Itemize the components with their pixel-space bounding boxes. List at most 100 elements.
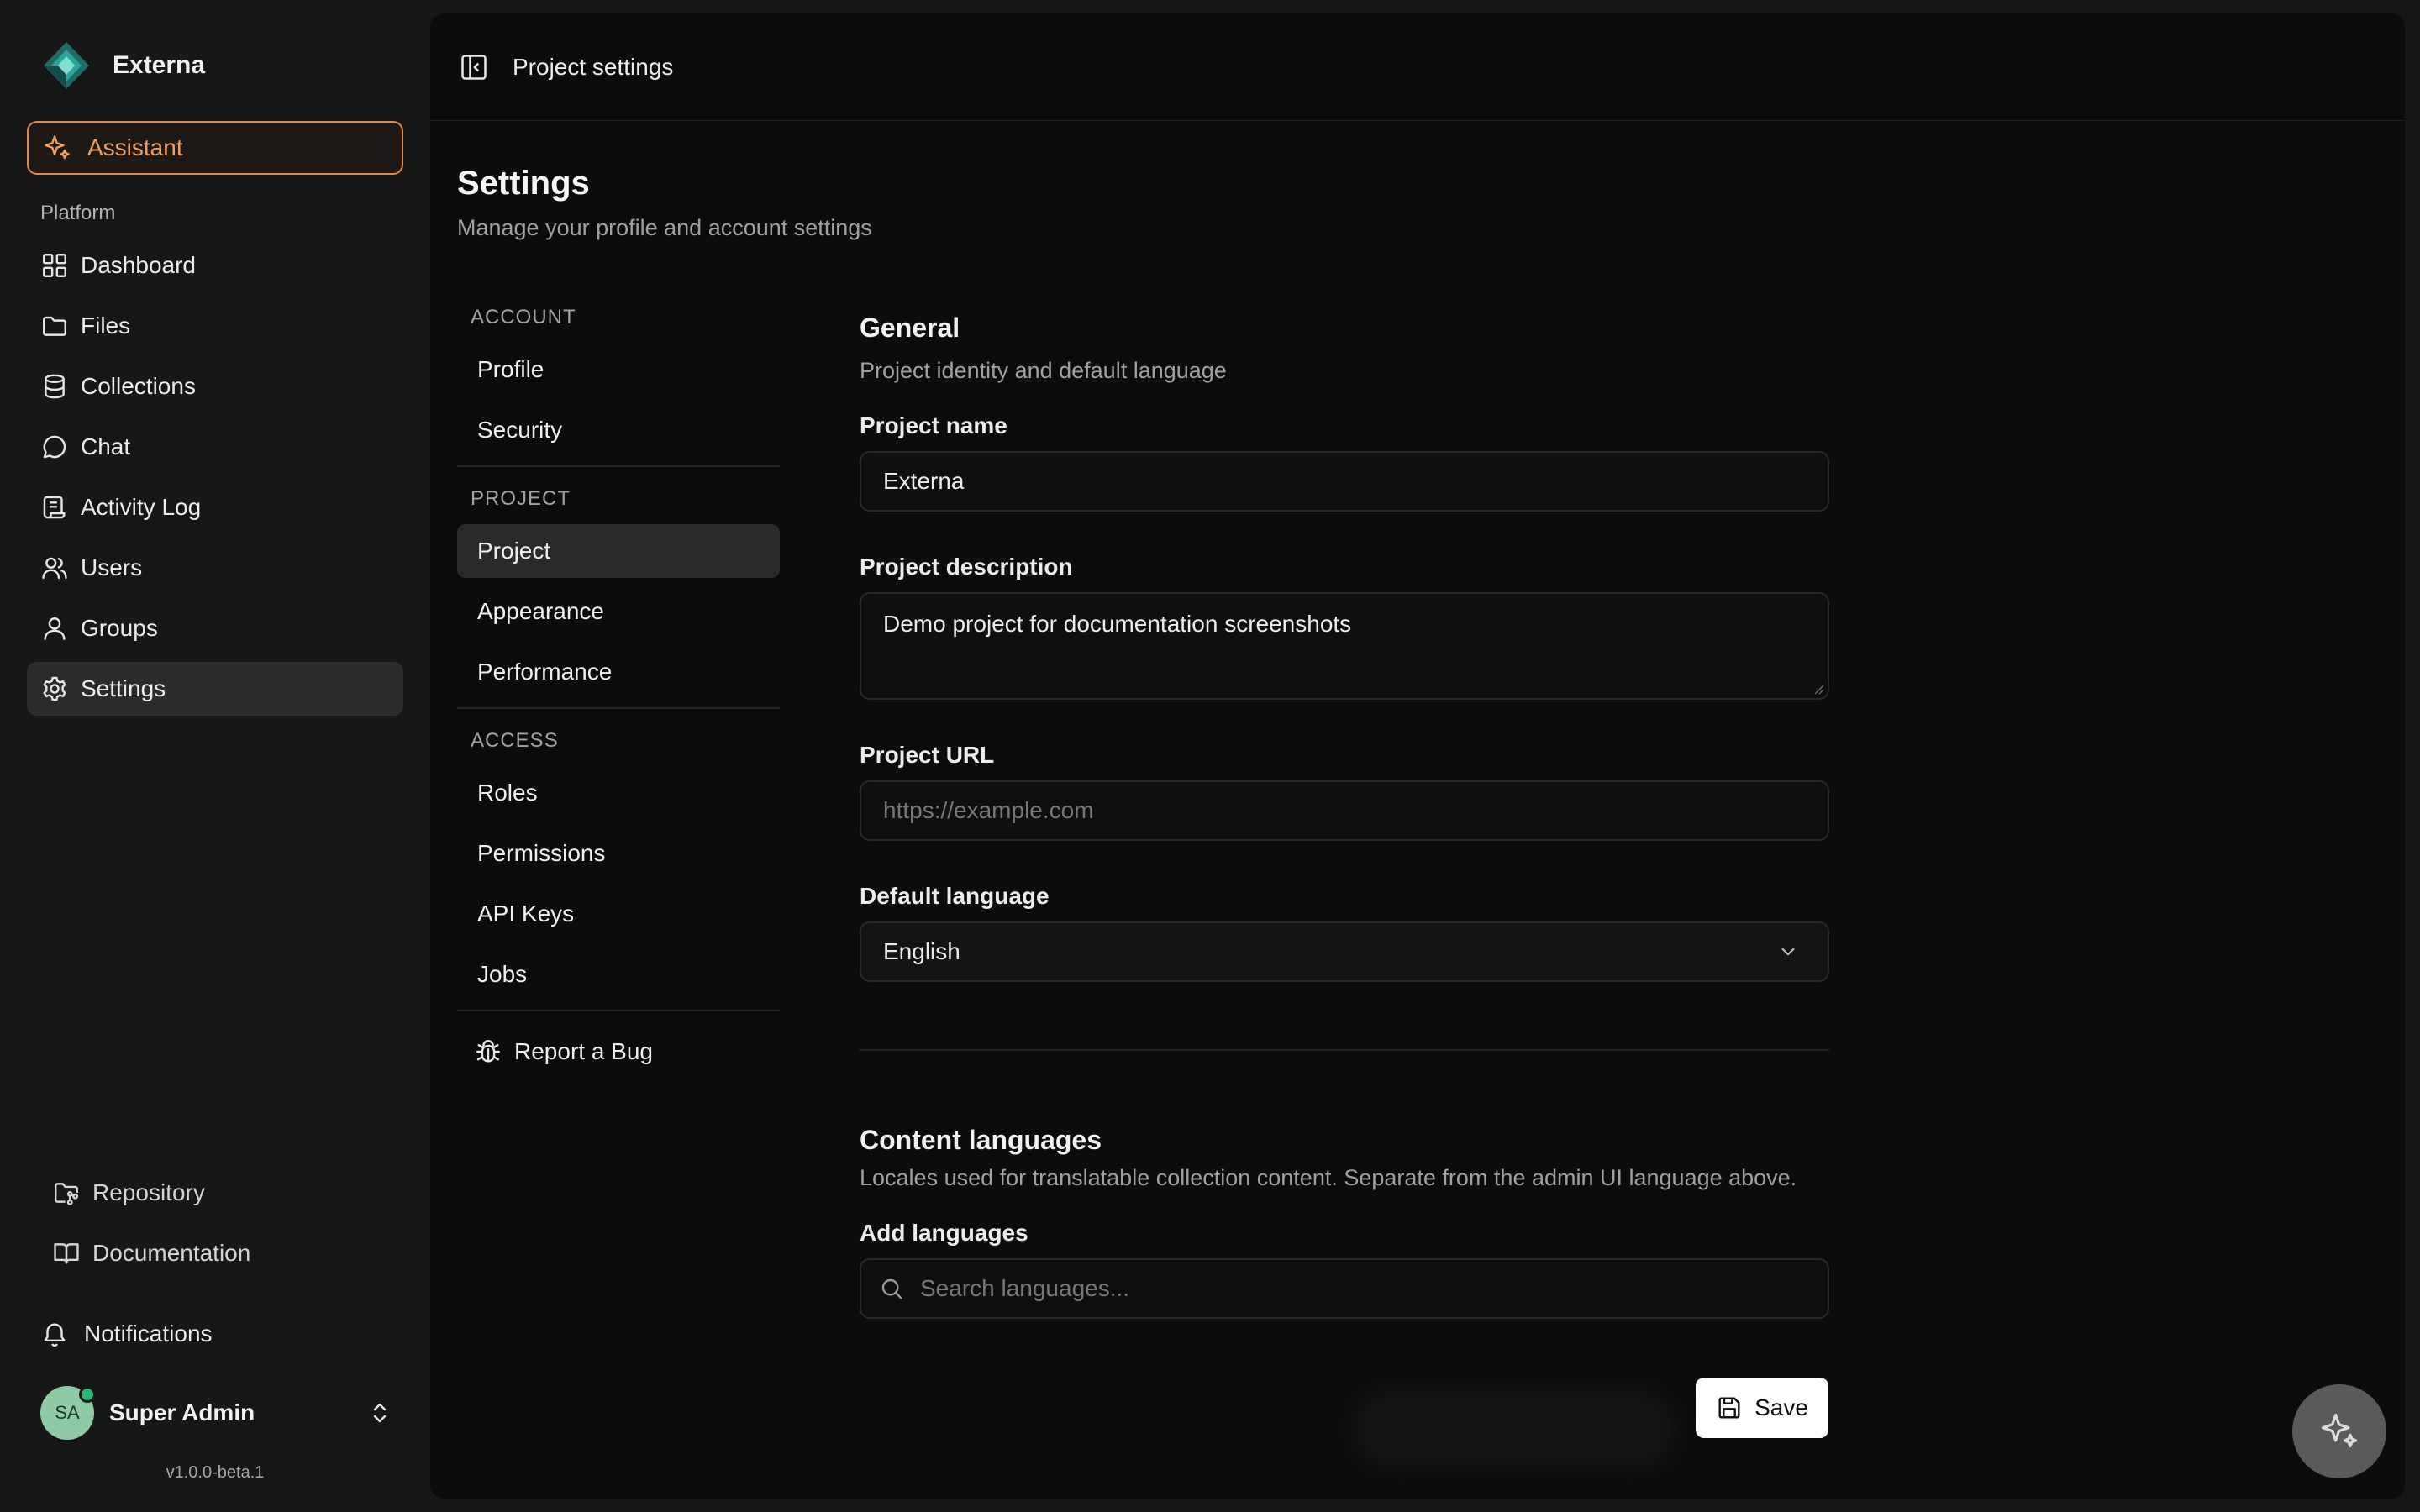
sidebar-item-label: Chat: [81, 433, 131, 459]
default-language-value: English: [883, 938, 960, 964]
sidebar-item-label: Documentation: [92, 1240, 251, 1266]
topbar: Project settings: [430, 13, 2405, 121]
sidebar-item-groups[interactable]: Groups: [27, 601, 403, 655]
settings-nav-group-account: ACCOUNT Profile Security: [457, 299, 780, 465]
project-url-label: Project URL: [860, 742, 995, 768]
page-title: Settings: [457, 165, 590, 202]
project-settings-form: General Project identity and default lan…: [860, 312, 1829, 1319]
folder-icon: [40, 312, 81, 340]
chat-icon: [40, 433, 81, 461]
project-url-input[interactable]: https://example.com: [860, 780, 1829, 841]
sidebar-item-users[interactable]: Users: [27, 541, 403, 595]
gear-icon: [40, 675, 81, 703]
users-icon: [40, 554, 81, 582]
add-languages-label: Add languages: [860, 1220, 1028, 1246]
settings-nav-heading: PROJECT: [471, 487, 571, 510]
scroll-icon: [40, 493, 81, 522]
sidebar-item-label: Activity Log: [81, 494, 202, 520]
sidebar-item-collections[interactable]: Collections: [27, 360, 403, 413]
notifications-button[interactable]: Notifications: [40, 1307, 213, 1361]
settings-nav-item-security[interactable]: Security: [457, 403, 780, 457]
sparkles-icon: [2317, 1410, 2361, 1453]
settings-nav-item-appearance[interactable]: Appearance: [457, 585, 780, 638]
sidebar-item-activity-log[interactable]: Activity Log: [27, 480, 403, 534]
bell-icon: [40, 1320, 84, 1348]
settings-nav-heading: ACCESS: [471, 729, 559, 752]
sidebar-item-label: Collections: [81, 373, 196, 399]
topbar-title: Project settings: [513, 53, 674, 80]
sidebar-item-label: Files: [81, 312, 131, 339]
sidebar-item-repository[interactable]: Repository: [40, 1166, 410, 1220]
save-label: Save: [1754, 1394, 1808, 1420]
assistant-button[interactable]: Assistant: [27, 121, 403, 175]
default-language-select[interactable]: English: [860, 921, 1829, 982]
secondary-nav: Repository Documentation: [40, 1166, 410, 1287]
database-icon: [40, 372, 81, 401]
nav-section-title: Platform: [40, 202, 116, 224]
bug-icon: [474, 1037, 514, 1066]
user-icon: [40, 614, 81, 643]
chevron-up-down-icon: [366, 1399, 393, 1426]
user-name: Super Admin: [109, 1399, 255, 1425]
sidebar-item-documentation[interactable]: Documentation: [40, 1226, 410, 1280]
content-languages-title: Content languages: [860, 1125, 1102, 1155]
sidebar-item-dashboard[interactable]: Dashboard: [27, 239, 403, 292]
avatar-initials: SA: [55, 1402, 80, 1423]
search-icon: [878, 1275, 920, 1302]
main-panel: Project settings Settings Manage your pr…: [430, 13, 2405, 1499]
report-bug-button[interactable]: Report a Bug: [457, 1025, 780, 1079]
settings-nav-group-project: PROJECT Project Appearance Performance: [457, 465, 780, 707]
project-description-value: Demo project for documentation screensho…: [883, 611, 1352, 637]
grid-icon: [40, 251, 81, 280]
chevron-down-icon: [1777, 941, 1799, 963]
brand[interactable]: Externa: [40, 39, 205, 92]
language-search-placeholder: Search languages...: [920, 1275, 1130, 1301]
sidebar-item-label: Dashboard: [81, 252, 196, 278]
section-divider: [860, 1049, 1829, 1051]
floppy-disk-icon: [1716, 1394, 1754, 1421]
sidebar-item-label: Repository: [92, 1179, 205, 1205]
project-description-textarea[interactable]: Demo project for documentation screensho…: [860, 592, 1829, 700]
page-subtitle: Manage your profile and account settings: [457, 215, 872, 240]
sidebar-item-label: Settings: [81, 675, 166, 701]
sparkles-icon: [42, 133, 87, 163]
settings-nav-item-performance[interactable]: Performance: [457, 645, 780, 699]
online-status-dot: [79, 1386, 96, 1403]
avatar: SA: [40, 1386, 96, 1440]
sidebar-toggle-icon[interactable]: [459, 52, 513, 82]
settings-nav-item-jobs[interactable]: Jobs: [457, 948, 780, 1001]
settings-nav-group-access: ACCESS Roles Permissions API Keys Jobs: [457, 707, 780, 1010]
save-button[interactable]: Save: [1696, 1378, 1828, 1438]
settings-nav-group-support: Report a Bug: [457, 1010, 780, 1087]
app-name: Externa: [113, 51, 206, 79]
settings-nav-heading: ACCOUNT: [471, 306, 576, 328]
settings-nav-item-permissions[interactable]: Permissions: [457, 827, 780, 880]
default-language-label: Default language: [860, 883, 1050, 909]
report-bug-label: Report a Bug: [514, 1038, 653, 1064]
sidebar: Externa Assistant Platform Dashboard Fil…: [0, 0, 430, 1512]
project-description-label: Project description: [860, 554, 1073, 580]
settings-nav-item-api-keys[interactable]: API Keys: [457, 887, 780, 941]
sidebar-item-settings[interactable]: Settings: [27, 662, 403, 716]
version-label: v1.0.0-beta.1: [166, 1463, 265, 1482]
sidebar-item-label: Users: [81, 554, 143, 580]
language-search-input[interactable]: Search languages...: [860, 1258, 1829, 1319]
scroll-fade-overlay: [1355, 1391, 1674, 1467]
sidebar-item-files[interactable]: Files: [27, 299, 403, 353]
settings-nav-item-project[interactable]: Project: [457, 524, 780, 578]
project-name-label: Project name: [860, 412, 1007, 438]
content-languages-description: Locales used for translatable collection…: [860, 1165, 1797, 1190]
assistant-fab[interactable]: [2292, 1384, 2386, 1478]
sidebar-item-chat[interactable]: Chat: [27, 420, 403, 474]
settings-nav-item-profile[interactable]: Profile: [457, 343, 780, 396]
user-menu[interactable]: SA Super Admin: [40, 1384, 393, 1441]
sidebar-item-label: Groups: [81, 615, 158, 641]
general-section-description: Project identity and default language: [860, 358, 1227, 383]
resize-grip-icon[interactable]: [1812, 683, 1824, 695]
book-icon: [52, 1239, 92, 1268]
logo-icon: [40, 39, 92, 92]
main-nav: Dashboard Files Collections Chat Activit…: [27, 239, 403, 722]
settings-nav-item-roles[interactable]: Roles: [457, 766, 780, 820]
repository-icon: [52, 1179, 92, 1207]
project-name-input[interactable]: Externa: [860, 451, 1829, 512]
